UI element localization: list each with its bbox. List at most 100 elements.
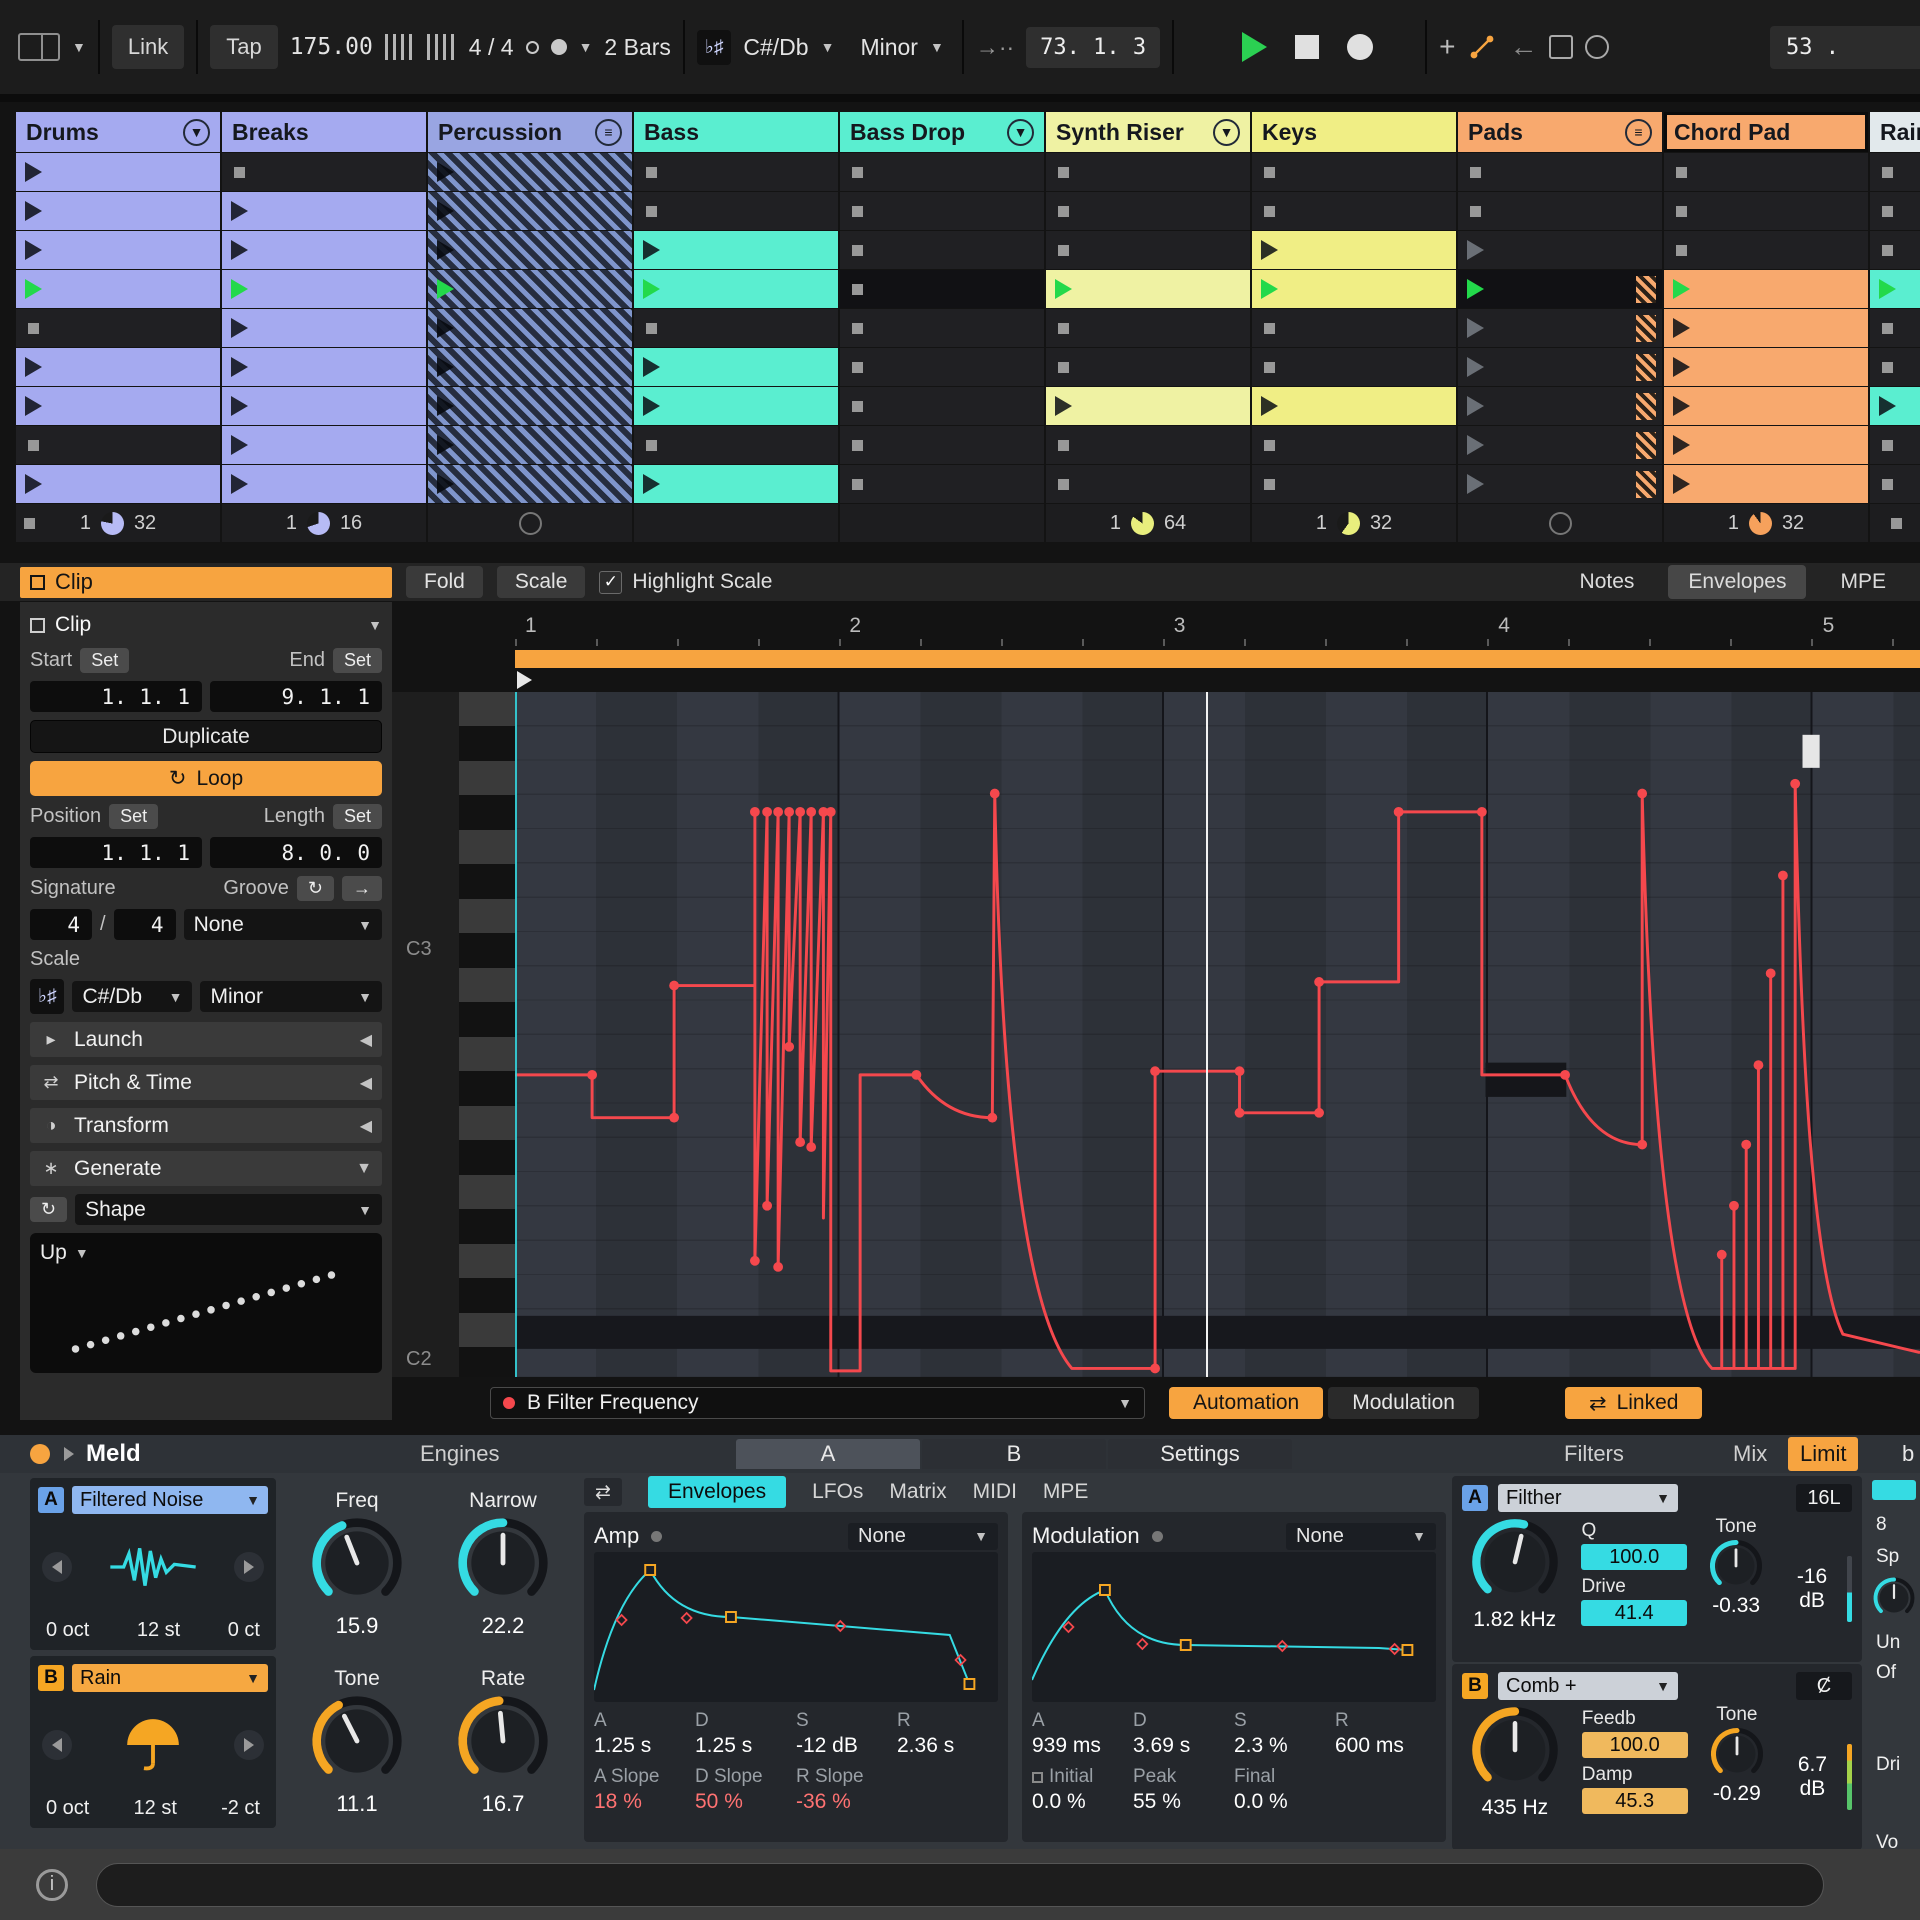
- loop-start-field[interactable]: 53 .: [1770, 26, 1920, 69]
- clip-slot-stop[interactable]: [1870, 465, 1920, 503]
- section-transform[interactable]: ◑ Transform ◀: [30, 1108, 382, 1143]
- clip-hatched[interactable]: [428, 153, 632, 191]
- signature-denominator[interactable]: 4: [114, 909, 176, 940]
- mod-envelope-graph[interactable]: [1032, 1552, 1436, 1702]
- engine-b-next-button[interactable]: [234, 1730, 264, 1760]
- nudge-down-icon[interactable]: [385, 34, 415, 60]
- clip-slot-stop[interactable]: [1046, 465, 1250, 503]
- stop-button[interactable]: [1295, 35, 1319, 59]
- filter-b-badge[interactable]: B: [1462, 1673, 1488, 1699]
- engine-a-selector[interactable]: Filtered Noise ▼: [72, 1486, 268, 1514]
- clip[interactable]: [16, 153, 220, 191]
- clip-hatched[interactable]: [428, 192, 632, 230]
- engine-b-badge[interactable]: B: [38, 1665, 64, 1691]
- section-pitch-time[interactable]: ⇄ Pitch & Time ◀: [30, 1065, 382, 1100]
- clip-slot-group[interactable]: [1458, 270, 1662, 308]
- clip-hatched[interactable]: [428, 309, 632, 347]
- param-r[interactable]: R2.36 s: [897, 1710, 998, 1758]
- set-end-button[interactable]: Set: [333, 648, 382, 673]
- filter-b-tone-knob[interactable]: [1709, 1726, 1765, 1782]
- piano-keys[interactable]: [459, 692, 515, 1377]
- clip[interactable]: [1664, 270, 1868, 308]
- clip[interactable]: [222, 192, 426, 230]
- limit-button[interactable]: Limit: [1788, 1437, 1858, 1471]
- section-launch[interactable]: ▸ Launch ◀: [30, 1022, 382, 1057]
- knob-rate[interactable]: Rate16.7: [455, 1667, 551, 1817]
- play-button[interactable]: [1242, 32, 1267, 62]
- param-d[interactable]: D3.69 s: [1133, 1710, 1234, 1758]
- clip-slot-group[interactable]: [1458, 426, 1662, 464]
- time-signature[interactable]: 4 / 4: [469, 34, 514, 61]
- engine-b-oct[interactable]: 0 oct: [46, 1797, 89, 1820]
- param-d[interactable]: D1.25 s: [695, 1710, 796, 1758]
- param-peak[interactable]: Peak55 %: [1133, 1766, 1234, 1814]
- loop-button[interactable]: ↻ Loop: [30, 761, 382, 796]
- quantize-menu[interactable]: 2 Bars: [604, 34, 670, 61]
- clip-slot-stop[interactable]: [16, 426, 220, 464]
- q-value[interactable]: 100.0: [1581, 1544, 1686, 1570]
- clip-hatched[interactable]: [428, 465, 632, 503]
- record-button[interactable]: [1347, 34, 1373, 60]
- track-header-drums[interactable]: Drums▼: [16, 112, 220, 152]
- clip-hatched[interactable]: [428, 426, 632, 464]
- duplicate-button[interactable]: Duplicate: [30, 720, 382, 753]
- scale-icon[interactable]: ♭♯: [697, 30, 731, 65]
- engine-a-semi[interactable]: 12 st: [137, 1619, 180, 1642]
- capture-icon[interactable]: [1585, 35, 1609, 59]
- clip-slot-stop[interactable]: [634, 192, 838, 230]
- tab-notes[interactable]: Notes: [1560, 565, 1655, 599]
- add-tracks-icon[interactable]: +: [1439, 31, 1455, 63]
- scale-mode-select[interactable]: Minor: [860, 34, 918, 61]
- edge-knob[interactable]: [1872, 1576, 1916, 1620]
- track-header-bass-drop[interactable]: Bass Drop▼: [840, 112, 1044, 152]
- tab-a[interactable]: A: [736, 1439, 920, 1469]
- track-header-breaks[interactable]: Breaks: [222, 112, 426, 152]
- mod-target-select[interactable]: None ▼: [1286, 1523, 1436, 1550]
- automation-toggle[interactable]: Automation: [1169, 1387, 1323, 1419]
- window-layout-icon[interactable]: [18, 33, 60, 61]
- clip-slot-stop[interactable]: [840, 465, 1044, 503]
- clip[interactable]: [1252, 231, 1456, 269]
- automation-svg[interactable]: [515, 692, 1920, 1377]
- clip[interactable]: [16, 192, 220, 230]
- knob-freq[interactable]: Freq15.9: [309, 1489, 405, 1639]
- clip[interactable]: [1046, 270, 1250, 308]
- loop-start-marker[interactable]: [517, 671, 532, 689]
- clip-slot-stop[interactable]: [840, 192, 1044, 230]
- nudge-up-icon[interactable]: [427, 34, 457, 60]
- param-r[interactable]: R600 ms: [1335, 1710, 1436, 1758]
- clip-slot-stop[interactable]: [1046, 153, 1250, 191]
- automation-mode-icon[interactable]: [1467, 32, 1497, 62]
- tab-matrix[interactable]: Matrix: [889, 1480, 946, 1504]
- clip[interactable]: [222, 387, 426, 425]
- shape-dial-icon[interactable]: ↻: [30, 1197, 67, 1222]
- clip-slot-stop[interactable]: [1046, 426, 1250, 464]
- device-on-button[interactable]: [30, 1444, 50, 1464]
- param-a[interactable]: A939 ms: [1032, 1710, 1133, 1758]
- clip-slot-stop[interactable]: [634, 309, 838, 347]
- clip[interactable]: [16, 231, 220, 269]
- envelope-param-select[interactable]: B Filter Frequency ▼: [490, 1387, 1145, 1419]
- damp-value[interactable]: 45.3: [1582, 1788, 1688, 1814]
- set-position-button[interactable]: Set: [109, 804, 158, 829]
- clip[interactable]: [16, 465, 220, 503]
- clip[interactable]: [634, 270, 838, 308]
- amp-target-select[interactable]: None ▼: [848, 1523, 998, 1550]
- arrangement-position[interactable]: 73. 1. 3: [1026, 27, 1160, 68]
- metronome-dot-icon[interactable]: [551, 39, 567, 55]
- tap-tempo-button[interactable]: Tap: [210, 25, 277, 69]
- clip-slot-stop[interactable]: [1458, 192, 1662, 230]
- clip-scale-root-select[interactable]: C#/Db ▼: [72, 981, 192, 1012]
- set-length-button[interactable]: Set: [333, 804, 382, 829]
- clip-slot-stop[interactable]: [1046, 231, 1250, 269]
- feedback-value[interactable]: 100.0: [1582, 1732, 1688, 1758]
- tab-envelopes[interactable]: Envelopes: [1668, 565, 1806, 599]
- param-initial[interactable]: Initial0.0 %: [1032, 1766, 1133, 1814]
- clip-slot-stop[interactable]: [1664, 192, 1868, 230]
- clip[interactable]: [16, 387, 220, 425]
- filter-b-gain[interactable]: 6.7 dB: [1786, 1753, 1839, 1801]
- clip[interactable]: [222, 309, 426, 347]
- clip[interactable]: [634, 387, 838, 425]
- fold-button[interactable]: Fold: [406, 566, 483, 598]
- filter-a-type-select[interactable]: Filther ▼: [1498, 1484, 1678, 1512]
